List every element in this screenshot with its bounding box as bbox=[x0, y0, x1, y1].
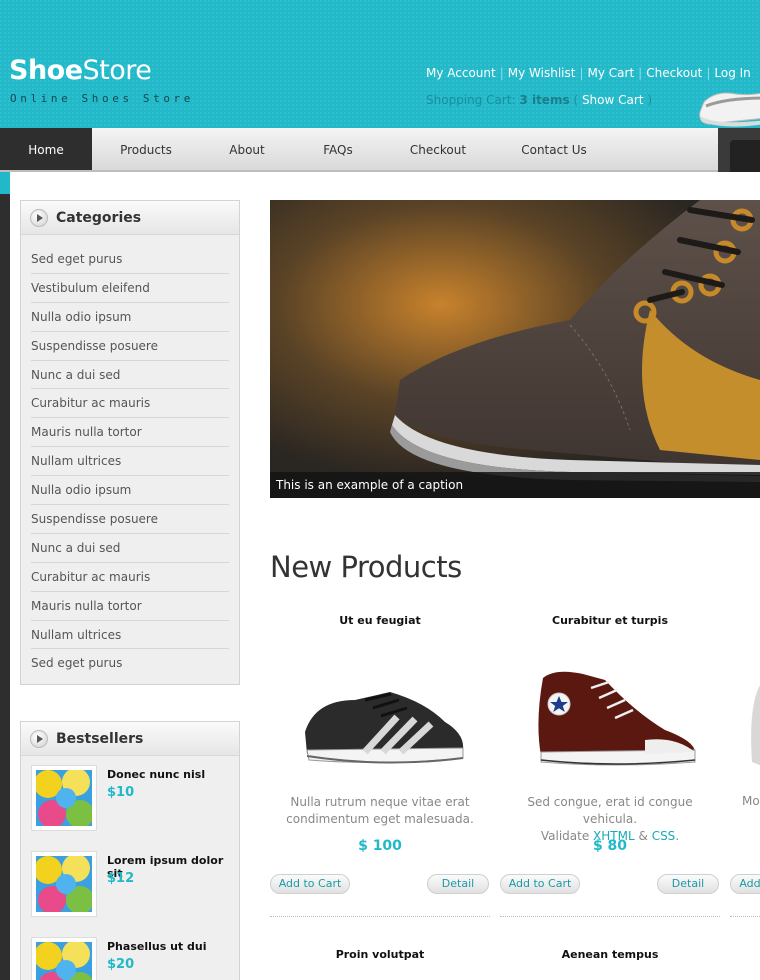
my-account-link[interactable]: My Account bbox=[426, 66, 496, 80]
shopping-cart-summary: Shopping Cart: 3 items ( Show Cart ) bbox=[426, 93, 652, 107]
play-arrow-icon bbox=[30, 730, 48, 748]
nav-about[interactable]: About bbox=[200, 128, 294, 170]
login-link[interactable]: Log In bbox=[714, 66, 750, 80]
category-list: Sed eget purus Vestibulum eleifend Nulla… bbox=[21, 235, 239, 684]
cart-count: 3 items bbox=[519, 93, 570, 107]
balloons-image bbox=[34, 854, 94, 914]
main-nav: Home Products About FAQs Checkout Contac… bbox=[0, 128, 760, 172]
divider: | bbox=[499, 66, 504, 80]
product-card: Curabitur et turpis Sed congue, erat id … bbox=[500, 612, 720, 917]
add-to-cart-button[interactable]: Add bbox=[730, 874, 760, 894]
bestseller-title[interactable]: Donec nunc nisl bbox=[107, 768, 205, 781]
bestseller-item[interactable]: Phasellus ut dui $20 bbox=[21, 928, 239, 980]
divider: | bbox=[579, 66, 584, 80]
categories-title: Categories bbox=[56, 210, 142, 226]
description-line: Nulla rutrum neque vitae erat bbox=[290, 795, 470, 809]
bestseller-thumbnail[interactable] bbox=[31, 937, 97, 980]
accent-tab bbox=[0, 172, 10, 194]
detail-button[interactable]: Detail bbox=[657, 874, 719, 894]
category-item[interactable]: Nullam ultrices bbox=[31, 621, 229, 650]
nav-home[interactable]: Home bbox=[0, 128, 92, 170]
logo-bold-text: Shoe bbox=[9, 55, 83, 86]
bestseller-item[interactable]: Donec nunc nisl $10 bbox=[21, 756, 239, 842]
boot-slide-image bbox=[270, 200, 760, 498]
categories-header: Categories bbox=[21, 201, 239, 235]
black-sneaker-image[interactable] bbox=[295, 662, 470, 782]
bestseller-title[interactable]: Phasellus ut dui bbox=[107, 940, 206, 953]
paren-open: ( bbox=[573, 93, 579, 107]
search-input[interactable] bbox=[730, 140, 760, 174]
bestseller-thumbnail[interactable] bbox=[31, 851, 97, 917]
left-edge-strip bbox=[0, 172, 10, 980]
red-hightop-image[interactable] bbox=[525, 662, 700, 782]
play-arrow-icon bbox=[30, 209, 48, 227]
bestseller-thumbnail[interactable] bbox=[31, 765, 97, 831]
categories-box: Categories Sed eget purus Vestibulum ele… bbox=[20, 200, 240, 685]
bestseller-item[interactable]: Lorem ipsum dolor sit $12 bbox=[21, 842, 239, 928]
product-price: $ 80 bbox=[592, 838, 628, 854]
category-item[interactable]: Vestibulum eleifend bbox=[31, 274, 229, 303]
featured-slider[interactable]: This is an example of a caption bbox=[270, 200, 760, 498]
category-item[interactable]: Mauris nulla tortor bbox=[31, 592, 229, 621]
site-tagline: Online Shoes Store bbox=[10, 92, 195, 105]
balloons-image bbox=[34, 768, 94, 828]
category-item[interactable]: Suspendisse posuere bbox=[31, 332, 229, 361]
nav-products[interactable]: Products bbox=[92, 128, 200, 170]
detail-button[interactable]: Detail bbox=[427, 874, 489, 894]
bestsellers-title: Bestsellers bbox=[56, 731, 144, 747]
category-item[interactable]: Suspendisse posuere bbox=[31, 505, 229, 534]
bestseller-price: $10 bbox=[107, 785, 135, 800]
paren-close: ) bbox=[647, 93, 653, 107]
bestsellers-box: Bestsellers Donec nunc nisl $10 Lorem ip… bbox=[20, 721, 240, 980]
divider: | bbox=[638, 66, 643, 80]
description-fragment: Mo bbox=[742, 794, 760, 808]
category-item[interactable]: Curabitur ac mauris bbox=[31, 389, 229, 419]
my-wishlist-link[interactable]: My Wishlist bbox=[508, 66, 576, 80]
product-card-partial: Mo Add bbox=[730, 612, 760, 917]
nav-checkout[interactable]: Checkout bbox=[382, 128, 494, 170]
add-to-cart-button[interactable]: Add to Cart bbox=[500, 874, 580, 894]
category-item[interactable]: Nunc a dui sed bbox=[31, 361, 229, 390]
description-line: Sed congue, erat id congue vehicula. bbox=[527, 795, 693, 826]
site-header: ShoeStore Online Shoes Store My Account |… bbox=[0, 0, 760, 128]
category-item[interactable]: Nulla odio ipsum bbox=[31, 303, 229, 332]
product-description: Nulla rutrum neque vitae erat condimentu… bbox=[270, 794, 490, 828]
product-name[interactable]: Ut eu feugiat bbox=[270, 614, 490, 627]
new-products-heading: New Products bbox=[270, 550, 462, 584]
bestsellers-header: Bestsellers bbox=[21, 722, 239, 756]
category-item[interactable]: Nunc a dui sed bbox=[31, 534, 229, 563]
bestseller-price: $12 bbox=[107, 871, 135, 886]
product-card: Ut eu feugiat Nulla rutrum neque vitae e… bbox=[270, 612, 490, 917]
logo-regular-text: Store bbox=[82, 55, 152, 86]
header-shoe-image bbox=[699, 92, 760, 127]
category-item[interactable]: Nullam ultrices bbox=[31, 447, 229, 477]
site-logo[interactable]: ShoeStore bbox=[9, 55, 152, 86]
divider: | bbox=[706, 66, 711, 80]
partial-shoe-image[interactable] bbox=[748, 682, 760, 772]
cart-label: Shopping Cart: bbox=[426, 93, 516, 107]
product-price: $ 100 bbox=[358, 838, 402, 854]
category-item[interactable]: Sed eget purus bbox=[31, 245, 229, 274]
product-name[interactable]: Aenean tempus bbox=[500, 948, 720, 961]
product-name[interactable]: Curabitur et turpis bbox=[500, 614, 720, 627]
nav-contact-us[interactable]: Contact Us bbox=[494, 128, 614, 170]
category-item[interactable]: Curabitur ac mauris bbox=[31, 563, 229, 592]
description-line: condimentum eget malesuada. bbox=[286, 812, 474, 826]
category-item[interactable]: Mauris nulla tortor bbox=[31, 418, 229, 448]
show-cart-link[interactable]: Show Cart bbox=[582, 93, 644, 107]
add-to-cart-button[interactable]: Add to Cart bbox=[270, 874, 350, 894]
top-links: My Account | My Wishlist | My Cart | Checkout |… bbox=[426, 66, 751, 80]
category-item[interactable]: Nulla odio ipsum bbox=[31, 476, 229, 506]
nav-faqs[interactable]: FAQs bbox=[294, 128, 382, 170]
checkout-link[interactable]: Checkout bbox=[646, 66, 702, 80]
balloons-image bbox=[34, 940, 93, 980]
product-name[interactable]: Proin volutpat bbox=[270, 948, 490, 961]
my-cart-link[interactable]: My Cart bbox=[588, 66, 635, 80]
category-item[interactable]: Sed eget purus bbox=[31, 649, 229, 678]
slide-caption: This is an example of a caption bbox=[270, 472, 760, 498]
bestseller-price: $20 bbox=[107, 957, 135, 972]
